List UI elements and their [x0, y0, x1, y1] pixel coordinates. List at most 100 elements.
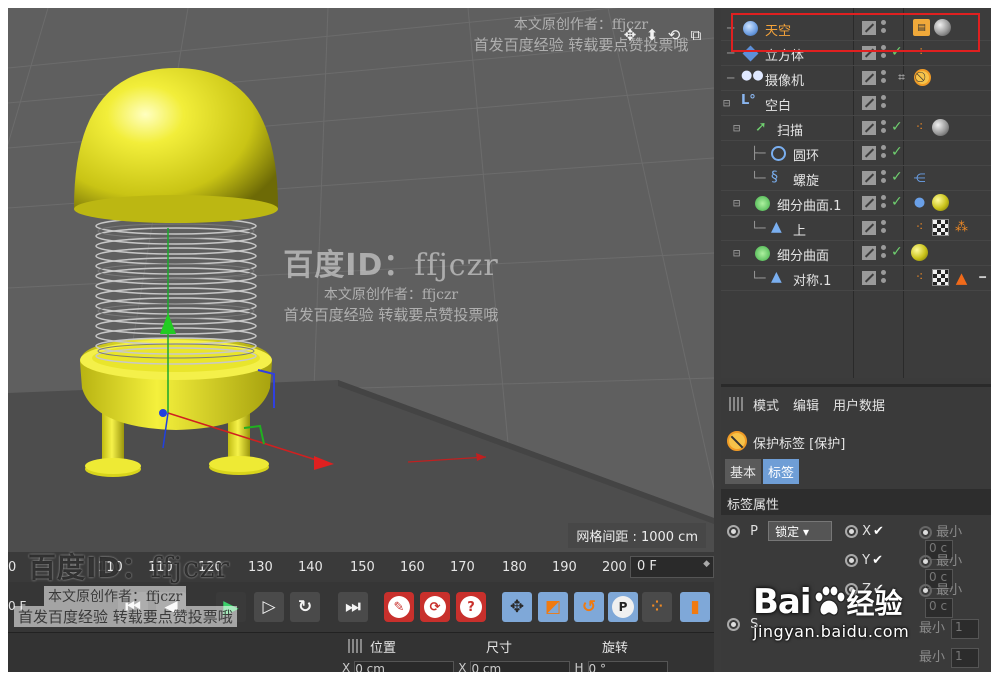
- material-tag-icon[interactable]: [932, 119, 949, 136]
- selection-tag-icon[interactable]: ●: [911, 194, 928, 211]
- object-row-top[interactable]: └─ ▲ 上 ⁖ ⁂: [721, 216, 991, 241]
- current-frame-field[interactable]: 0 F ◆: [630, 556, 714, 578]
- highlight-box: [731, 13, 980, 52]
- menu-mode[interactable]: 模式: [753, 395, 779, 417]
- selection-tag-icon[interactable]: ⁂: [953, 219, 970, 236]
- enabled-check-icon[interactable]: ✓: [891, 144, 903, 160]
- visibility-toggle-icon[interactable]: [862, 221, 876, 235]
- object-name: 螺旋: [793, 174, 820, 189]
- param-key-icon: P: [612, 596, 634, 618]
- coords-x-row: X0 cm X0 cm H0 °: [342, 661, 668, 672]
- p-axis-y[interactable]: Y ✔: [845, 553, 883, 568]
- visibility-toggle-icon[interactable]: [862, 271, 876, 285]
- object-row-sweep[interactable]: ⊟ ➚ 扫描 ✓ ⁖: [721, 116, 991, 141]
- s-min-y-field[interactable]: 1: [951, 647, 980, 668]
- loop-icon: ↻: [297, 597, 313, 617]
- object-row-circle[interactable]: ├─ 圆环 ✓: [721, 141, 991, 166]
- s-radio[interactable]: [727, 618, 740, 631]
- spline-tag-icon[interactable]: ⋲: [911, 169, 928, 186]
- object-row-subdivision-1[interactable]: ⊟ 细分曲面.1 ✓ ●: [721, 191, 991, 216]
- p-axis-x[interactable]: X ✔: [845, 524, 884, 539]
- object-manager[interactable]: ─ 天空 ▤ ─ 立方体 ✓ ⁖ ─ ●● 摄像机 ⌗ ⊟ L° 空白 ⊟ ➚ …: [721, 8, 991, 378]
- tab-basic[interactable]: 基本: [725, 459, 762, 484]
- film-button[interactable]: ▮: [680, 592, 710, 622]
- object-row-helix[interactable]: └─ § 螺旋 ✓ ⋲: [721, 166, 991, 191]
- visibility-toggle-icon[interactable]: [862, 246, 876, 260]
- checkbox-icon[interactable]: ✔: [872, 553, 883, 568]
- uvw-tag-icon[interactable]: [932, 219, 949, 236]
- material-tag-icon[interactable]: [932, 194, 949, 211]
- keyframe-help-button[interactable]: ?: [456, 592, 486, 622]
- enabled-check-icon[interactable]: ✓: [891, 194, 903, 210]
- watermark-center: 百度ID：ffjczr 本文原创作者：ffjczr 首发百度经验 转载要点赞投票…: [256, 240, 526, 325]
- render-dots-icon[interactable]: [881, 70, 889, 86]
- object-tags: ⁖ ▲ ━: [911, 269, 991, 287]
- p-mode-dropdown[interactable]: 锁定 ▾: [768, 521, 833, 541]
- material-tag-icon[interactable]: [911, 244, 928, 261]
- visibility-toggle-icon[interactable]: [862, 121, 876, 135]
- edge-selection-tag-icon[interactable]: ━: [974, 269, 991, 286]
- object-row-symmetry-1[interactable]: └─ ▲ 对称.1 ⁖ ▲ ━: [721, 266, 991, 291]
- object-row-subdivision[interactable]: ⊟ 细分曲面 ✓: [721, 241, 991, 266]
- phong-tag-icon[interactable]: ⁖: [911, 269, 928, 286]
- object-tags: ⁖ ⁂: [911, 219, 970, 236]
- render-dots-icon[interactable]: [881, 170, 889, 186]
- record-button[interactable]: ✎: [384, 592, 414, 622]
- menu-edit[interactable]: 编辑: [793, 395, 819, 417]
- visibility-toggle-icon[interactable]: [862, 71, 876, 85]
- x-size-field[interactable]: 0 cm: [470, 661, 571, 672]
- render-dots-icon[interactable]: [881, 270, 889, 286]
- spinner-icon[interactable]: ◆: [703, 559, 710, 569]
- protection-tag-icon: [727, 431, 747, 451]
- render-dots-icon[interactable]: [881, 120, 889, 136]
- symmetry-icon: ▲: [771, 269, 782, 285]
- tab-tag[interactable]: 标签: [763, 459, 800, 484]
- autokey-button[interactable]: ⟳: [420, 592, 450, 622]
- menu-user-data[interactable]: 用户数据: [833, 395, 885, 417]
- render-dots-icon[interactable]: [881, 245, 889, 261]
- s-min-x-field[interactable]: 1: [951, 618, 980, 639]
- keyframe-help-icon: ?: [460, 596, 482, 618]
- object-row-camera[interactable]: ─ ●● 摄像机 ⌗ ⃠: [721, 66, 991, 91]
- enabled-check-icon[interactable]: ✓: [891, 169, 903, 185]
- coords-size-header: 尺寸: [486, 641, 513, 656]
- coords-rotation-header: 旋转: [602, 641, 629, 656]
- scale-key-button[interactable]: ◩: [538, 592, 568, 622]
- visibility-toggle-icon[interactable]: [862, 96, 876, 110]
- object-row-null[interactable]: ⊟ L° 空白: [721, 91, 991, 116]
- checkbox-icon[interactable]: ✔: [873, 524, 884, 539]
- point-level-button[interactable]: ⁘: [642, 592, 672, 622]
- phong-tag-icon[interactable]: ⁖: [911, 119, 928, 136]
- visibility-toggle-icon[interactable]: [862, 171, 876, 185]
- render-dots-icon[interactable]: [881, 145, 889, 161]
- 3d-viewport[interactable]: ✥ ⬍ ⟲ ⧉ 网格间距 : 1000 cm 百度ID：ffjczr 本文原创作…: [8, 8, 714, 552]
- sweep-icon: ➚: [755, 119, 767, 135]
- tick-label: 200: [602, 560, 627, 575]
- uvw-tag-icon[interactable]: [932, 269, 949, 286]
- move-key-button[interactable]: ✥: [502, 592, 532, 622]
- render-dots-icon[interactable]: [881, 220, 889, 236]
- phong-tag-icon[interactable]: ⁖: [911, 219, 928, 236]
- render-dots-icon[interactable]: [881, 195, 889, 211]
- p-radio[interactable]: [727, 524, 740, 538]
- rotate-key-button[interactable]: ↺: [574, 592, 604, 622]
- enabled-check-icon[interactable]: ✓: [891, 119, 903, 135]
- x-position-field[interactable]: 0 cm: [354, 661, 455, 672]
- loop-button[interactable]: ↻: [290, 592, 320, 622]
- protection-tag-icon[interactable]: ⃠: [914, 69, 931, 86]
- go-end-button[interactable]: ⏭: [338, 592, 368, 622]
- coords-grip-icon: [348, 639, 362, 653]
- coordinate-manager: 位置 尺寸 旋转 X0 cm X0 cm H0 °: [8, 632, 714, 672]
- visibility-toggle-icon[interactable]: [862, 196, 876, 210]
- enabled-check-icon[interactable]: ✓: [891, 244, 903, 260]
- target-tag-icon[interactable]: ⌗: [893, 69, 910, 86]
- h-rotation-field[interactable]: 0 °: [587, 661, 668, 672]
- p-lock-row: P 锁定 ▾: [727, 521, 833, 545]
- visibility-toggle-icon[interactable]: [862, 146, 876, 160]
- render-dots-icon[interactable]: [881, 95, 889, 111]
- record-icon: ✎: [388, 596, 410, 618]
- min-z-field[interactable]: 0 c: [925, 598, 953, 618]
- tick-label: 170: [450, 560, 475, 575]
- param-key-button[interactable]: P: [608, 592, 638, 622]
- polygon-selection-tag-icon[interactable]: ▲: [953, 269, 970, 287]
